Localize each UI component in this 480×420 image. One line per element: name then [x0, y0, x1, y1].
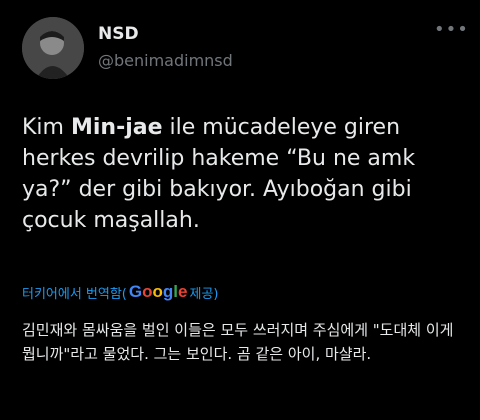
google-logo: Google: [128, 282, 188, 301]
author-name[interactable]: NSD: [98, 24, 139, 44]
translation-label-suffix[interactable]: 제공): [190, 283, 219, 302]
tweet-text-part1: Kim: [22, 115, 71, 140]
author-handle[interactable]: @benimadimnsd: [98, 51, 233, 70]
avatar[interactable]: [22, 17, 84, 79]
tweet-mention-bold: Min-jae: [70, 115, 163, 140]
translation-label[interactable]: 터키어에서 번역함( Google 제공): [22, 282, 219, 302]
tweet-text: Kim Min-jae ile mücadeleye giren herkes …: [22, 112, 470, 236]
more-options-icon[interactable]: •••: [434, 21, 469, 39]
translated-text: 김민재와 몸싸움을 벌인 이들은 모두 쓰러지며 주심에게 "도대체 이게 뭡니…: [22, 321, 454, 363]
translation-label-prefix[interactable]: 터키어에서 번역함(: [22, 283, 127, 302]
